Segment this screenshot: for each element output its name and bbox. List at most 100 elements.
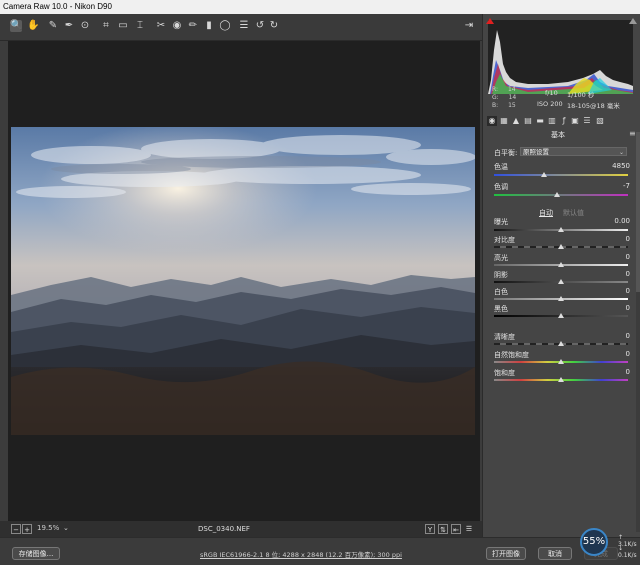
highlights-slider[interactable] xyxy=(494,262,628,267)
exposure-slider-thumb[interactable] xyxy=(558,227,564,232)
tone-curve-tab-icon[interactable]: ▦ xyxy=(499,116,509,126)
panel-scrollbar-thumb[interactable] xyxy=(636,132,640,292)
presets-tab-icon[interactable]: ☰ xyxy=(582,116,592,126)
contrast-slider[interactable] xyxy=(494,244,628,249)
cpu-usage-ring: 55% xyxy=(580,528,608,556)
adjustment-panel: R: 14 G: 14 B: 15 f/10 1/100 秒 ISO 200 1… xyxy=(482,14,640,537)
iso: ISO 200 xyxy=(537,100,563,108)
camera-calibration-tab-icon[interactable]: ▣ xyxy=(570,116,580,126)
red-eye-icon[interactable]: ◉ xyxy=(171,20,183,32)
zoom-out-button[interactable]: − xyxy=(11,524,21,534)
file-name: DSC_0340.NEF xyxy=(198,525,250,533)
clarity-slider[interactable] xyxy=(494,341,628,346)
toolbar: 🔍 ✋ ✎ ✒ ⊙ ⌗ ▭ ⌶ ✂ ◉ ✏ ▮ ◯ ☰ ↺ ↻ ⇥ xyxy=(0,14,482,41)
clarity-slider-thumb[interactable] xyxy=(558,341,564,346)
aperture: f/10 xyxy=(545,89,558,97)
tint-slider[interactable] xyxy=(494,192,628,197)
blacks-value[interactable]: 0 xyxy=(626,304,630,312)
clarity-value[interactable]: 0 xyxy=(626,332,630,340)
crop-tool-icon[interactable]: ⌗ xyxy=(100,20,112,32)
highlight-clipping-warning-icon[interactable] xyxy=(629,18,637,24)
workflow-options-link[interactable]: sRGB IEC61966-2.1 8 位; 4288 x 2848 (12.2… xyxy=(200,549,402,559)
temperature-slider-thumb[interactable] xyxy=(540,172,547,177)
shadows-value[interactable]: 0 xyxy=(626,270,630,278)
r-readout: R: 14 xyxy=(492,86,516,93)
snapshots-tab-icon[interactable]: ▧ xyxy=(595,116,605,126)
blacks-label: 黑色 xyxy=(494,305,508,313)
landscape-photo xyxy=(11,127,475,435)
default-link[interactable]: 默认值 xyxy=(563,208,584,218)
exposure-value[interactable]: 0.00 xyxy=(614,217,630,225)
radial-filter-icon[interactable]: ◯ xyxy=(219,20,231,32)
hand-tool-icon[interactable]: ✋ xyxy=(27,20,39,32)
auto-link[interactable]: 自动 xyxy=(539,208,553,218)
shadows-label: 阴影 xyxy=(494,271,508,279)
detail-tab-icon[interactable]: ▲ xyxy=(511,116,521,126)
whites-slider-thumb[interactable] xyxy=(558,296,564,301)
toggle-settings-icon[interactable]: ☰ xyxy=(464,524,474,534)
before-after-toggle-button[interactable]: Y xyxy=(425,524,435,534)
zoom-in-button[interactable]: + xyxy=(22,524,32,534)
adjustment-brush-icon[interactable]: ✏ xyxy=(187,20,199,32)
highlights-value[interactable]: 0 xyxy=(626,253,630,261)
whites-value[interactable]: 0 xyxy=(626,287,630,295)
blacks-slider-thumb[interactable] xyxy=(558,313,564,318)
basic-tab-icon[interactable]: ◉ xyxy=(487,116,497,126)
highlights-slider-thumb[interactable] xyxy=(558,262,564,267)
chevron-down-icon: ⌄ xyxy=(618,149,624,156)
tint-value[interactable]: -7 xyxy=(623,182,630,190)
vibrance-slider-thumb[interactable] xyxy=(558,359,564,364)
whites-label: 白色 xyxy=(494,288,508,296)
lens-corrections-tab-icon[interactable]: ▥ xyxy=(547,116,557,126)
zoom-tool-icon[interactable]: 🔍 xyxy=(10,20,22,32)
split-toning-tab-icon[interactable]: ▬ xyxy=(535,116,545,126)
shadows-slider[interactable] xyxy=(494,279,628,284)
tint-slider-thumb[interactable] xyxy=(553,192,560,197)
blacks-slider[interactable] xyxy=(494,313,628,318)
saturation-value[interactable]: 0 xyxy=(626,368,630,376)
shutter-speed: 1/100 秒 xyxy=(567,91,595,99)
clarity-label: 清晰度 xyxy=(494,333,515,341)
swap-settings-button[interactable]: ⇅ xyxy=(438,524,448,534)
targeted-adjustment-icon[interactable]: ⊙ xyxy=(79,20,91,32)
zoom-level[interactable]: 19.5% xyxy=(37,524,59,534)
straighten-tool-icon[interactable]: ▭ xyxy=(117,20,129,32)
color-sampler-icon[interactable]: ✒ xyxy=(63,20,75,32)
spot-removal-icon[interactable]: ✂ xyxy=(155,20,167,32)
rotate-cw-icon[interactable]: ↻ xyxy=(268,20,280,32)
open-image-button[interactable]: 打开图像 xyxy=(486,547,526,560)
saturation-slider[interactable] xyxy=(494,377,628,382)
effects-tab-icon[interactable]: ƒ xyxy=(559,116,569,126)
hsl-tab-icon[interactable]: ▤ xyxy=(523,116,533,126)
white-balance-tool-icon[interactable]: ✎ xyxy=(47,20,59,32)
preferences-icon[interactable]: ☰ xyxy=(238,20,250,32)
vibrance-value[interactable]: 0 xyxy=(626,350,630,358)
whites-slider[interactable] xyxy=(494,296,628,301)
graduated-filter-icon[interactable]: ▮ xyxy=(203,20,215,32)
cancel-button[interactable]: 取消 xyxy=(538,547,572,560)
system-monitor-widget[interactable]: 55% ↑ 3.1K/s ↓ 0.1K/s xyxy=(578,528,640,564)
contrast-value[interactable]: 0 xyxy=(626,235,630,243)
exposure-slider[interactable] xyxy=(494,227,628,232)
lens-focal-length: 18-105@18 毫米 xyxy=(567,102,620,110)
vibrance-label: 自然饱和度 xyxy=(494,351,529,359)
shadow-clipping-warning-icon[interactable] xyxy=(486,18,494,24)
contrast-slider-thumb[interactable] xyxy=(558,244,564,249)
transform-tool-icon[interactable]: ⌶ xyxy=(134,20,146,32)
rotate-ccw-icon[interactable]: ↺ xyxy=(254,20,266,32)
photo-preview xyxy=(11,127,475,435)
contrast-label: 对比度 xyxy=(494,236,515,244)
temperature-slider[interactable] xyxy=(494,172,628,177)
vibrance-slider[interactable] xyxy=(494,359,628,364)
save-image-button[interactable]: 存储图像... xyxy=(12,547,60,560)
shadows-slider-thumb[interactable] xyxy=(558,279,564,284)
white-balance-select[interactable]: 原照设置 ⌄ xyxy=(520,147,627,156)
saturation-slider-thumb[interactable] xyxy=(558,377,564,382)
panel-scrollbar[interactable] xyxy=(636,132,640,532)
fullscreen-toggle-icon[interactable]: ⇥ xyxy=(463,20,475,32)
temperature-label: 色温 xyxy=(494,163,508,171)
zoom-dropdown-icon[interactable]: ⌄ xyxy=(63,524,69,534)
temperature-value[interactable]: 4850 xyxy=(612,162,630,170)
copy-settings-button[interactable]: ⇤ xyxy=(451,524,461,534)
panel-menu-icon[interactable]: ≡ xyxy=(629,129,636,138)
